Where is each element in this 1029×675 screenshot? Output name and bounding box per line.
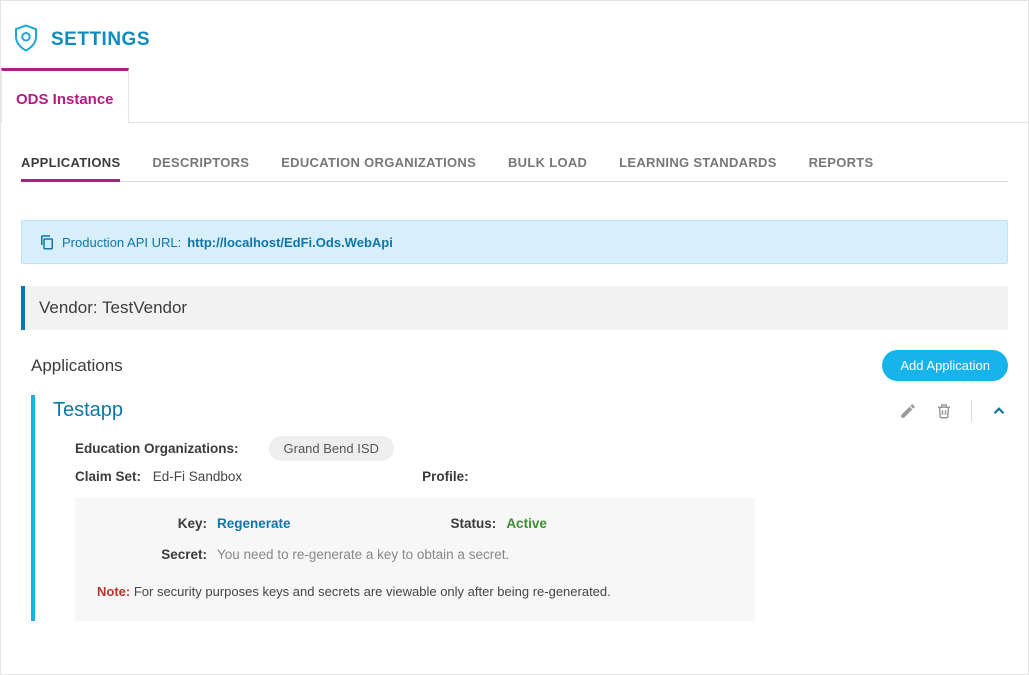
secret-label: Secret: bbox=[97, 547, 217, 562]
application-card-header: Testapp bbox=[35, 399, 1008, 422]
subtab-learning-standards[interactable]: LEARNING STANDARDS bbox=[619, 145, 777, 179]
edorg-label: Education Organizations: bbox=[75, 441, 239, 456]
claimset-value: Ed-Fi Sandbox bbox=[153, 469, 242, 484]
claimset-label: Claim Set: bbox=[75, 469, 141, 484]
application-details: Education Organizations: Grand Bend ISD … bbox=[35, 422, 1008, 621]
secret-message: You need to re-generate a key to obtain … bbox=[217, 547, 509, 562]
note-text: For security purposes keys and secrets a… bbox=[134, 584, 611, 599]
shield-icon bbox=[11, 23, 41, 56]
main-tabs: ODS Instance bbox=[1, 68, 1028, 123]
applications-heading: Applications bbox=[21, 356, 123, 376]
action-divider bbox=[971, 400, 972, 422]
key-label: Key: bbox=[97, 516, 217, 531]
page-title: SETTINGS bbox=[51, 29, 150, 51]
note-label: Note: bbox=[97, 584, 130, 599]
profile-label: Profile: bbox=[422, 469, 469, 484]
credentials-block: Key: Regenerate Status: Active Secret: Y… bbox=[75, 498, 755, 621]
subtab-applications[interactable]: APPLICATIONS bbox=[21, 145, 120, 182]
subtab-bulk-load[interactable]: BULK LOAD bbox=[508, 145, 587, 179]
subtab-descriptors[interactable]: DESCRIPTORS bbox=[152, 145, 249, 179]
tab-ods-instance[interactable]: ODS Instance bbox=[1, 68, 129, 123]
regenerate-link[interactable]: Regenerate bbox=[217, 516, 291, 531]
api-url-link[interactable]: http://localhost/EdFi.Ods.WebApi bbox=[187, 235, 393, 250]
api-url-label: Production API URL: bbox=[62, 235, 181, 250]
sub-tabs: APPLICATIONS DESCRIPTORS EDUCATION ORGAN… bbox=[21, 145, 1008, 182]
vendor-name: TestVendor bbox=[102, 298, 187, 317]
add-application-button[interactable]: Add Application bbox=[882, 350, 1008, 381]
application-name: Testapp bbox=[53, 399, 123, 422]
application-actions bbox=[899, 400, 1008, 422]
delete-icon[interactable] bbox=[935, 402, 953, 420]
status-value: Active bbox=[506, 516, 547, 531]
collapse-icon[interactable] bbox=[990, 402, 1008, 420]
content-area: APPLICATIONS DESCRIPTORS EDUCATION ORGAN… bbox=[1, 123, 1028, 633]
status-label: Status: bbox=[451, 516, 497, 531]
subtab-education-organizations[interactable]: EDUCATION ORGANIZATIONS bbox=[281, 145, 476, 179]
applications-header: Applications Add Application bbox=[21, 350, 1008, 381]
vendor-bar: Vendor: TestVendor bbox=[21, 286, 1008, 330]
subtab-reports[interactable]: REPORTS bbox=[809, 145, 874, 179]
vendor-label: Vendor: bbox=[39, 298, 98, 317]
edorg-pill: Grand Bend ISD bbox=[269, 436, 394, 461]
copy-icon[interactable] bbox=[38, 233, 56, 251]
application-card: Testapp Education Organizations: Grand B… bbox=[31, 395, 1008, 621]
edit-icon[interactable] bbox=[899, 402, 917, 420]
page-header: SETTINGS bbox=[1, 1, 1028, 68]
api-url-banner: Production API URL: http://localhost/EdF… bbox=[21, 220, 1008, 264]
